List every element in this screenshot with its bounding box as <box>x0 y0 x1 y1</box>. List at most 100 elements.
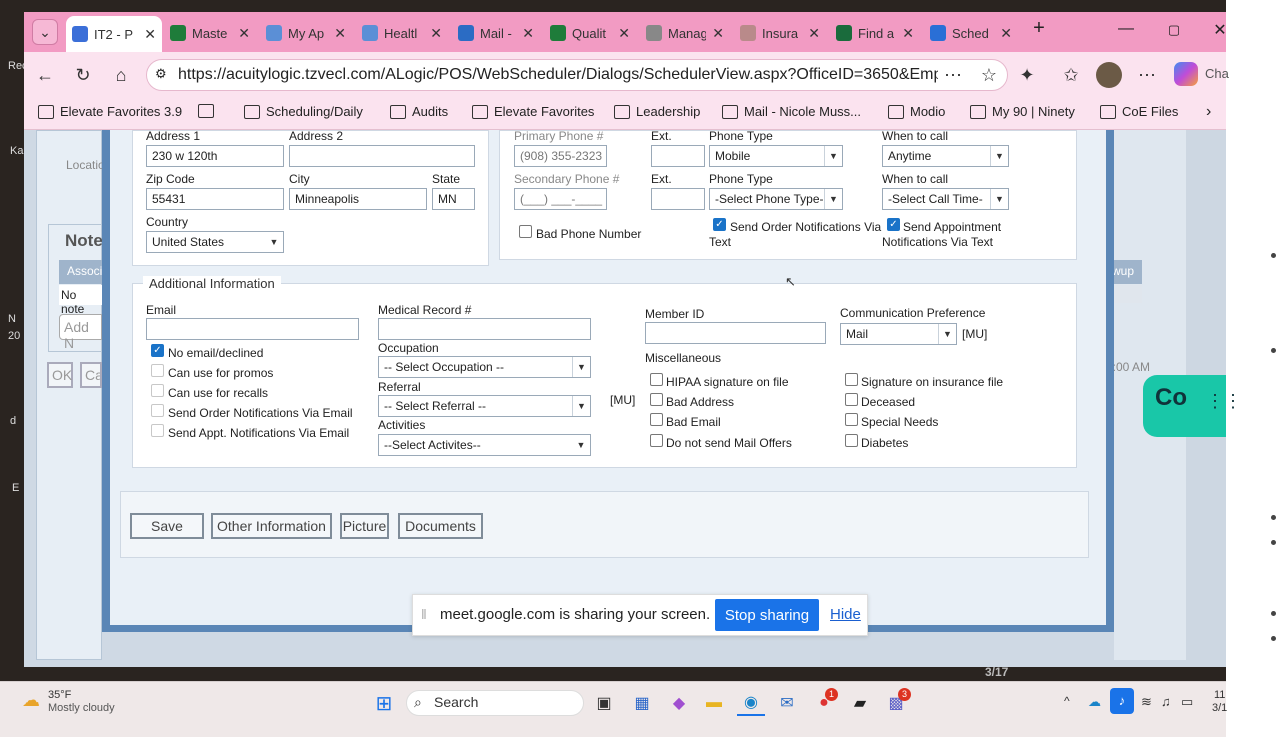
ok-button[interactable]: OK <box>47 362 73 388</box>
home-icon[interactable]: ⌂ <box>108 62 134 88</box>
edge-icon[interactable]: ◉ <box>737 690 765 716</box>
favorite-item[interactable]: Elevate Favorites 3.9 <box>38 104 182 119</box>
browser-tab[interactable]: Maste ✕ <box>164 19 256 47</box>
occupation-select[interactable]: -- Select Occupation -- ▼ <box>378 356 591 378</box>
cancel-button[interactable]: Car <box>80 362 102 388</box>
tab-close-icon[interactable]: ✕ <box>430 25 442 42</box>
sig-ins-checkbox[interactable] <box>845 373 858 386</box>
battery-icon[interactable]: ▭ <box>1181 694 1193 710</box>
documents-button[interactable]: Documents <box>398 513 483 539</box>
favorite-item[interactable]: Leadership <box>614 104 700 119</box>
favorite-item[interactable]: CoE Files <box>1100 104 1178 119</box>
clock-time[interactable]: 11 <box>1214 689 1225 701</box>
city-field[interactable]: Minneapolis <box>289 188 427 210</box>
order-email-checkbox[interactable] <box>151 404 164 417</box>
ext2-field[interactable] <box>651 188 705 210</box>
picture-button[interactable]: Picture <box>340 513 389 539</box>
save-button[interactable]: Save <box>130 513 204 539</box>
bad-email-checkbox[interactable] <box>650 413 663 426</box>
diabetes-checkbox[interactable] <box>845 434 858 447</box>
read-aloud-icon[interactable]: ⋯ <box>940 62 966 88</box>
browser-tab[interactable]: Healtl ✕ <box>356 19 448 47</box>
address1-field[interactable]: 230 w 120th <box>146 145 284 167</box>
browser-tab[interactable]: Qualit ✕ <box>544 19 636 47</box>
send-order-text-checkbox[interactable]: ✓ <box>713 218 726 231</box>
profile-avatar[interactable] <box>1096 62 1122 88</box>
phone-type-select[interactable]: Mobile ▼ <box>709 145 843 167</box>
browser-tab[interactable]: Manag ✕ <box>640 19 730 47</box>
url-text[interactable]: https://acuitylogic.tzvecl.com/ALogic/PO… <box>178 66 938 84</box>
taskbar-search[interactable] <box>406 690 584 716</box>
minimize-button[interactable]: — <box>1116 20 1136 38</box>
other-information-button[interactable]: Other Information <box>211 513 332 539</box>
zip-field[interactable]: 55431 <box>146 188 284 210</box>
favorite-item[interactable]: My 90 | Ninety <box>970 104 1075 119</box>
tab-close-icon[interactable]: ✕ <box>902 25 914 42</box>
no-mail-checkbox[interactable] <box>650 434 663 447</box>
browser-tab[interactable]: My Ap ✕ <box>260 19 352 47</box>
appt-email-checkbox[interactable] <box>151 424 164 437</box>
back-icon[interactable]: ← <box>32 62 58 88</box>
tab-close-icon[interactable]: ✕ <box>712 25 724 42</box>
more-menu-icon[interactable]: ⋯ <box>1134 62 1160 88</box>
copilot-label[interactable]: Cha <box>1205 66 1229 81</box>
when-to-call-2-select[interactable]: -Select Call Time- ▼ <box>882 188 1009 210</box>
new-tab-button[interactable]: + <box>1029 17 1049 40</box>
primary-phone-field[interactable]: (908) 355-2323 <box>514 145 607 167</box>
add-note-input[interactable]: Add N <box>59 314 102 351</box>
no-email-checkbox[interactable]: ✓ <box>151 344 164 357</box>
address2-field[interactable] <box>289 145 475 167</box>
bad-phone-checkbox[interactable] <box>519 225 532 238</box>
send-appt-text-checkbox[interactable]: ✓ <box>887 218 900 231</box>
bad-address-checkbox[interactable] <box>650 393 663 406</box>
sticky-notes-icon[interactable]: ▰ <box>846 690 874 716</box>
ext1-field[interactable] <box>651 145 705 167</box>
favorite-item[interactable]: Modio <box>888 104 945 119</box>
drag-handle-icon[interactable]: ‖ <box>421 606 427 622</box>
hipaa-checkbox[interactable] <box>650 373 663 386</box>
browser-tab[interactable]: Find a ✕ <box>830 19 920 47</box>
tab-close-icon[interactable]: ✕ <box>1000 25 1012 42</box>
recalls-checkbox[interactable] <box>151 384 164 397</box>
hide-link[interactable]: Hide <box>830 606 861 623</box>
comm-mu-link[interactable]: [MU] <box>962 327 987 341</box>
tab-close-icon[interactable]: ✕ <box>238 25 250 42</box>
browser-tab[interactable]: IT2 - P ✕ <box>66 16 162 52</box>
tab-close-icon[interactable]: ✕ <box>808 25 820 42</box>
onedrive-icon[interactable]: ☁ <box>1088 694 1101 710</box>
microphone-icon[interactable]: ♪ <box>1110 688 1134 714</box>
volume-icon[interactable]: ♫ <box>1161 694 1171 709</box>
stop-sharing-button[interactable]: Stop sharing <box>715 599 819 631</box>
favorite-star-icon[interactable]: ☆ <box>976 62 1002 88</box>
copilot-icon[interactable] <box>1174 62 1198 86</box>
favorites-icon[interactable]: ✩ <box>1058 62 1084 88</box>
file-explorer-icon[interactable]: ▬ <box>700 690 728 716</box>
browser-tab[interactable]: Insura ✕ <box>734 19 826 47</box>
special-needs-checkbox[interactable] <box>845 413 858 426</box>
promos-checkbox[interactable] <box>151 364 164 377</box>
country-select[interactable]: United States ▼ <box>146 231 284 253</box>
referral-mu-link[interactable]: [MU] <box>610 393 635 407</box>
refresh-icon[interactable]: ↻ <box>70 62 96 88</box>
site-info-icon[interactable]: ⚙ <box>155 66 167 82</box>
tab-list-button[interactable]: ⌄ <box>32 19 58 45</box>
weather-desc[interactable]: Mostly cloudy <box>48 702 115 714</box>
phone-type-2-select[interactable]: -Select Phone Type- ▼ <box>709 188 843 210</box>
task-view-icon[interactable]: ▣ <box>590 690 618 716</box>
referral-select[interactable]: -- Select Referral -- ▼ <box>378 395 591 417</box>
favorite-item[interactable]: Elevate Favorites <box>472 104 594 119</box>
drag-handle-icon[interactable]: ⋮⋮ <box>1206 391 1242 412</box>
comm-pref-select[interactable]: Mail ▼ <box>840 323 957 345</box>
tray-chevron-icon[interactable]: ^ <box>1064 694 1070 708</box>
weather-icon[interactable]: ☁ <box>22 690 40 711</box>
activities-select[interactable]: --Select Activites-- ▼ <box>378 434 591 456</box>
chevron-right-icon[interactable]: › <box>1206 103 1211 121</box>
copilot-taskbar-icon[interactable]: ◆ <box>665 690 693 716</box>
deceased-checkbox[interactable] <box>845 393 858 406</box>
favorite-item[interactable]: Audits <box>390 104 448 119</box>
member-id-field[interactable] <box>645 322 826 344</box>
state-field[interactable]: MN <box>432 188 475 210</box>
start-windows-icon[interactable]: ⊞ <box>370 690 398 716</box>
maximize-button[interactable]: ▢ <box>1164 22 1184 38</box>
clock-date[interactable]: 3/1 <box>1212 702 1227 714</box>
